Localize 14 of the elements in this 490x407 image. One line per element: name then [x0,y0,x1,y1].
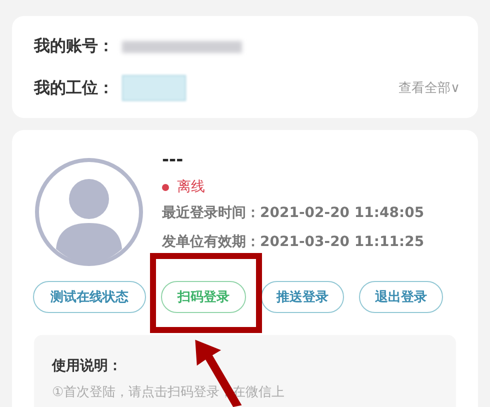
redacted-value [122,75,186,101]
instructions-title: 使用说明： [52,357,123,375]
avatar-icon [34,157,144,267]
action-button[interactable]: 推送登录 [261,281,344,313]
status-text: 离线 [177,178,205,196]
station-label: 我的工位： [34,78,114,98]
last-login-time: 最近登录时间：2021-02-20 11:48:05 [162,204,424,223]
view-all-link[interactable]: 查看全部∨ [398,79,460,97]
action-button[interactable]: 测试在线状态 [33,281,146,313]
action-button[interactable]: 扫码登录 [161,281,246,313]
valid-until: 发单位有效期：2021-03-20 11:11:25 [162,233,424,252]
account-label: 我的账号： [34,36,114,57]
action-button[interactable]: 退出登录 [359,281,443,313]
device-name: --- [162,150,184,172]
